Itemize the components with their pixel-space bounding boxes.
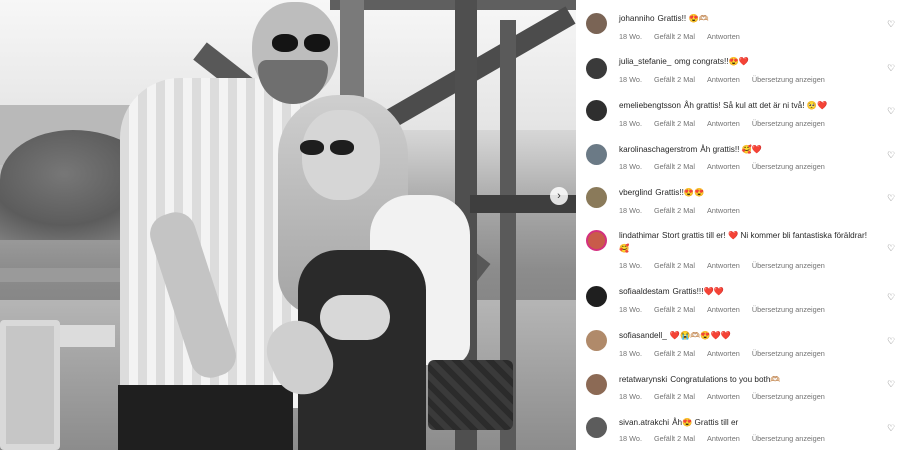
man-sunglasses — [272, 34, 334, 52]
woman-sunglasses — [300, 140, 358, 156]
reply-button[interactable]: Antworten — [707, 32, 740, 41]
reply-button[interactable]: Antworten — [707, 162, 740, 171]
translate-button[interactable]: Übersetzung anzeigen — [752, 392, 825, 401]
heart-outline-icon[interactable]: ♡ — [886, 193, 896, 203]
comment-time[interactable]: 18 Wo. — [619, 162, 642, 171]
heart-outline-icon[interactable]: ♡ — [886, 150, 896, 160]
comment-likes[interactable]: Gefällt 2 Mal — [654, 162, 695, 171]
comment-time[interactable]: 18 Wo. — [619, 261, 642, 270]
comment-username[interactable]: lindathimar — [619, 231, 659, 240]
comment-likes[interactable]: Gefällt 2 Mal — [654, 392, 695, 401]
woman-hands — [320, 295, 390, 340]
reply-button[interactable]: Antworten — [707, 392, 740, 401]
photo-chair — [0, 320, 60, 450]
reply-button[interactable]: Antworten — [707, 261, 740, 270]
avatar[interactable] — [586, 58, 607, 79]
heart-outline-icon[interactable]: ♡ — [886, 19, 896, 29]
comment-username[interactable]: julia_stefanie_ — [619, 57, 671, 66]
avatar[interactable] — [586, 417, 607, 438]
translate-button[interactable]: Übersetzung anzeigen — [752, 162, 825, 171]
comment-time[interactable]: 18 Wo. — [619, 305, 642, 314]
heart-outline-icon[interactable]: ♡ — [886, 336, 896, 346]
heart-outline-icon[interactable]: ♡ — [886, 243, 896, 253]
comment-likes[interactable]: Gefällt 2 Mal — [654, 349, 695, 358]
avatar[interactable] — [586, 286, 607, 307]
comment-time[interactable]: 18 Wo. — [619, 119, 642, 128]
translate-button[interactable]: Übersetzung anzeigen — [752, 349, 825, 358]
comment-time[interactable]: 18 Wo. — [619, 75, 642, 84]
comment-likes[interactable]: Gefällt 2 Mal — [654, 434, 695, 443]
comment-username[interactable]: sofiaaldestam — [619, 287, 670, 296]
handbag — [428, 360, 513, 430]
comment-likes[interactable]: Gefällt 2 Mal — [654, 75, 695, 84]
translate-button[interactable]: Übersetzung anzeigen — [752, 434, 825, 443]
comment-likes[interactable]: Gefällt 2 Mal — [654, 206, 695, 215]
avatar[interactable] — [586, 144, 607, 165]
reply-button[interactable]: Antworten — [707, 434, 740, 443]
comment-text: ❤️😭🫶🏼😍❤️❤️ — [669, 331, 731, 340]
comment-likes[interactable]: Gefällt 2 Mal — [654, 32, 695, 41]
reply-button[interactable]: Antworten — [707, 119, 740, 128]
heart-outline-icon[interactable]: ♡ — [886, 379, 896, 389]
comment-username[interactable]: retatwarynski — [619, 375, 667, 384]
translate-button[interactable]: Übersetzung anzeigen — [752, 305, 825, 314]
reply-button[interactable]: Antworten — [707, 349, 740, 358]
comment-text: Grattis!!!❤️❤️ — [672, 287, 724, 296]
heart-outline-icon[interactable]: ♡ — [886, 292, 896, 302]
comment-text: omg congrats!!😍❤️ — [674, 57, 749, 66]
man-pants — [118, 385, 293, 450]
comment-username[interactable]: emeliebengtsson — [619, 101, 681, 110]
chevron-right-icon[interactable]: › — [550, 187, 568, 205]
reply-button[interactable]: Antworten — [707, 305, 740, 314]
comment-text: Congratulations to you both🫶🏼 — [670, 375, 781, 384]
reply-button[interactable]: Antworten — [707, 206, 740, 215]
comment-text: Grattis!! 😍🫶🏼 — [657, 14, 709, 23]
comment-text: Åh grattis!! 🥰❤️ — [700, 145, 763, 154]
comment-username[interactable]: johanniho — [619, 14, 655, 23]
avatar[interactable] — [586, 330, 607, 351]
reply-button[interactable]: Antworten — [707, 75, 740, 84]
comment-likes[interactable]: Gefällt 2 Mal — [654, 305, 695, 314]
heart-outline-icon[interactable]: ♡ — [886, 423, 896, 433]
post-photo[interactable]: › — [0, 0, 576, 450]
comment-username[interactable]: sofiasandell_ — [619, 331, 667, 340]
comment-username[interactable]: sivan.atrakchi — [619, 418, 669, 427]
heart-outline-icon[interactable]: ♡ — [886, 106, 896, 116]
comment-username[interactable]: vberglind — [619, 188, 652, 197]
comment-time[interactable]: 18 Wo. — [619, 392, 642, 401]
comment-likes[interactable]: Gefällt 2 Mal — [654, 119, 695, 128]
comment-time[interactable]: 18 Wo. — [619, 349, 642, 358]
comment-text: Åh grattis! Så kul att det är ni två! 🥺❤… — [683, 101, 828, 110]
comments-panel[interactable]: johanniho Grattis!! 😍🫶🏼 18 Wo. Gefällt 2 M… — [576, 0, 900, 450]
avatar[interactable] — [586, 230, 607, 251]
avatar[interactable] — [586, 187, 607, 208]
translate-button[interactable]: Übersetzung anzeigen — [752, 75, 825, 84]
translate-button[interactable]: Übersetzung anzeigen — [752, 261, 825, 270]
avatar[interactable] — [586, 100, 607, 121]
comment-text: Åh😍 Grattis till er — [672, 418, 739, 427]
photo-beam — [330, 0, 576, 10]
avatar[interactable] — [586, 13, 607, 34]
comment-time[interactable]: 18 Wo. — [619, 32, 642, 41]
heart-outline-icon[interactable]: ♡ — [886, 63, 896, 73]
avatar[interactable] — [586, 374, 607, 395]
comment-text: Grattis!!😍😍 — [655, 188, 705, 197]
comment-time[interactable]: 18 Wo. — [619, 434, 642, 443]
comment-likes[interactable]: Gefällt 2 Mal — [654, 261, 695, 270]
comment-username[interactable]: karolinaschagerstrom — [619, 145, 697, 154]
translate-button[interactable]: Übersetzung anzeigen — [752, 119, 825, 128]
comment-time[interactable]: 18 Wo. — [619, 206, 642, 215]
